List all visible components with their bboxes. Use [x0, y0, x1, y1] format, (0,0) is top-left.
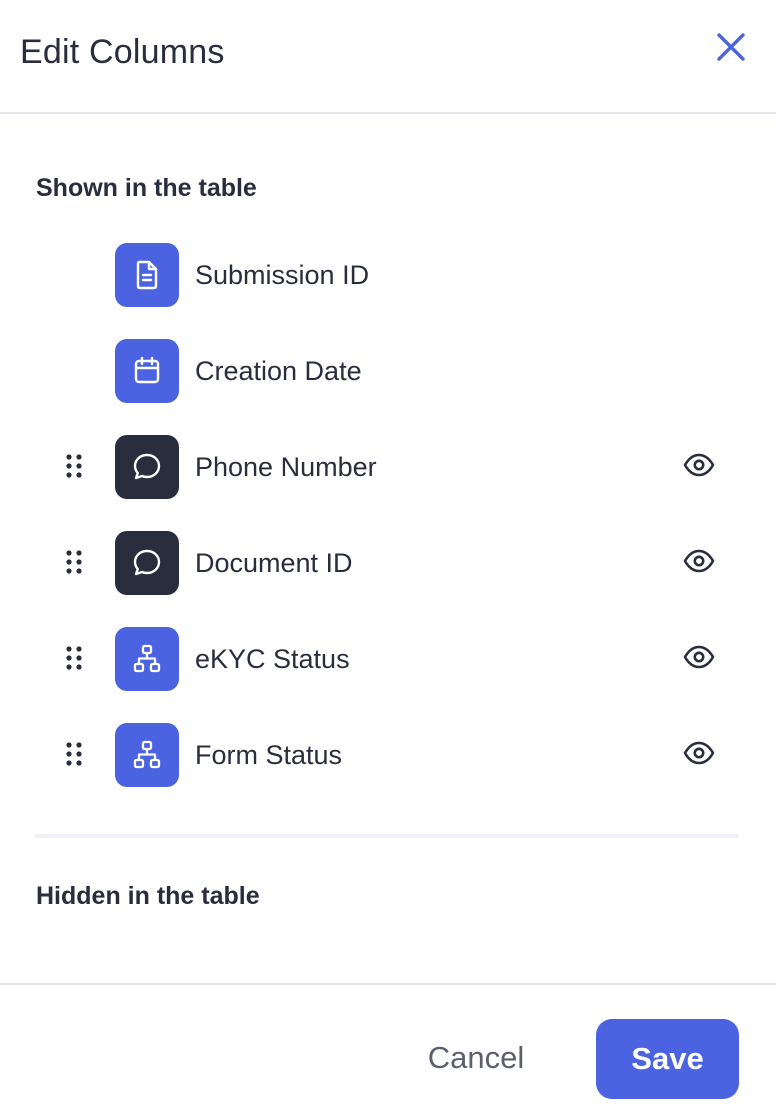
drag-handle-icon[interactable]: [62, 643, 86, 673]
field-type-badge: [115, 435, 179, 499]
drag-handle-icon[interactable]: [62, 739, 86, 769]
hierarchy-icon: [133, 644, 161, 673]
chat-bubble-icon: [133, 453, 161, 480]
close-icon: [717, 33, 745, 61]
calendar-icon: [134, 356, 160, 384]
visibility-toggle-button[interactable]: [680, 641, 718, 673]
chat-bubble-icon: [133, 549, 161, 576]
section-divider: [35, 834, 739, 838]
dialog-title: Edit Columns: [20, 33, 225, 71]
shown-section-title: Shown in the table: [36, 174, 257, 202]
field-type-badge: [115, 723, 179, 787]
visibility-toggle-button[interactable]: [680, 737, 718, 769]
document-icon: [136, 260, 158, 290]
dialog-header: Edit Columns: [0, 0, 776, 114]
column-label: eKYC Status: [195, 644, 350, 674]
column-item-phone-number: Phone Number: [0, 435, 776, 499]
column-item-ekyc-status: eKYC Status: [0, 627, 776, 691]
field-type-badge: [115, 531, 179, 595]
eye-icon: [683, 645, 715, 669]
eye-icon: [683, 549, 715, 573]
field-type-badge: [115, 339, 179, 403]
eye-icon: [683, 453, 715, 477]
edit-columns-dialog: Edit Columns Shown in the table Submissi…: [0, 0, 776, 1120]
dialog-footer: Cancel Save: [0, 983, 776, 1120]
visibility-toggle-button[interactable]: [680, 545, 718, 577]
cancel-button[interactable]: Cancel: [398, 1019, 554, 1097]
column-label: Form Status: [195, 740, 343, 770]
column-item-submission-id: Submission ID: [0, 243, 776, 307]
column-item-document-id: Document ID: [0, 531, 776, 595]
column-label: Phone Number: [195, 452, 377, 482]
column-label: Submission ID: [195, 260, 370, 290]
drag-handle-icon[interactable]: [62, 451, 86, 481]
column-label: Document ID: [195, 548, 353, 578]
column-item-creation-date: Creation Date: [0, 339, 776, 403]
field-type-badge: [115, 627, 179, 691]
drag-handle-icon[interactable]: [62, 547, 86, 577]
column-label: Creation Date: [195, 356, 362, 386]
hidden-section-title: Hidden in the table: [36, 882, 260, 910]
visibility-toggle-button[interactable]: [680, 449, 718, 481]
save-button[interactable]: Save: [596, 1019, 739, 1099]
hierarchy-icon: [133, 740, 161, 769]
close-button[interactable]: [708, 24, 754, 70]
eye-icon: [683, 741, 715, 765]
field-type-badge: [115, 243, 179, 307]
column-item-form-status: Form Status: [0, 723, 776, 787]
